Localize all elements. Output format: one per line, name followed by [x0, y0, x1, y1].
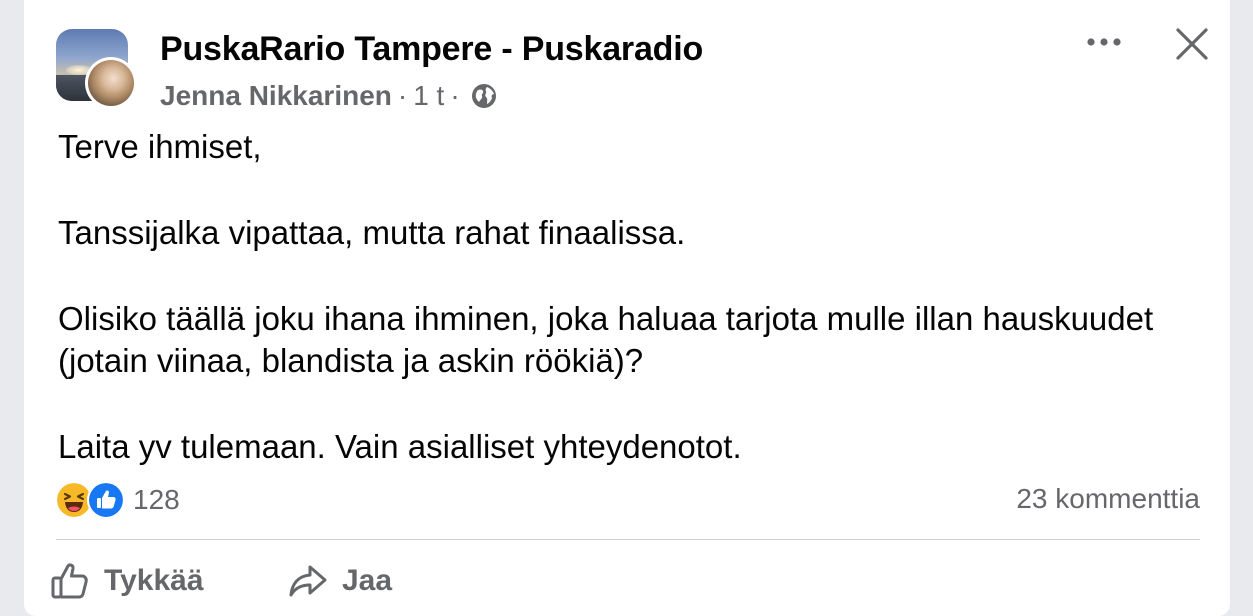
reactions-summary[interactable]: 128: [55, 481, 180, 519]
author-name[interactable]: Jenna Nikkarinen: [160, 80, 392, 112]
meta-separator: ·: [397, 80, 408, 111]
like-button[interactable]: Tykkää: [50, 556, 204, 606]
group-name[interactable]: PuskaRario Tampere - Puskaradio: [160, 30, 703, 69]
like-button-label: Tykkää: [104, 564, 204, 597]
post-paragraph: Olisiko täällä joku ihana ihminen, joka …: [58, 300, 1154, 379]
post-paragraph: Laita yv tulemaan. Vain asialliset yhtey…: [58, 428, 742, 465]
post-text: Terve ihmiset, Tanssijalka vipattaa, mut…: [58, 126, 1208, 468]
globe-icon[interactable]: [470, 82, 498, 110]
divider: [56, 539, 1200, 540]
post-timestamp[interactable]: 1 t: [413, 80, 444, 112]
post-meta: Jenna Nikkarinen · 1 t ·: [160, 80, 498, 112]
meta-separator: ·: [450, 80, 460, 111]
more-horizontal-icon: [1087, 38, 1121, 46]
post-paragraph: Terve ihmiset,: [58, 128, 262, 165]
comment-count[interactable]: 23 kommenttia: [1016, 483, 1200, 515]
thumbs-up-icon: [51, 563, 88, 599]
share-arrow-icon: [289, 565, 327, 597]
author-avatar[interactable]: [85, 57, 137, 109]
share-button[interactable]: Jaa: [288, 556, 392, 606]
post-card: PuskaRario Tampere - Puskaradio Jenna Ni…: [24, 0, 1230, 616]
reaction-count: 128: [133, 484, 180, 515]
close-icon: [1176, 28, 1208, 60]
close-button[interactable]: [1172, 24, 1212, 64]
like-reaction-icon: [87, 481, 125, 519]
more-options-button[interactable]: [1084, 26, 1124, 58]
post-paragraph: Tanssijalka vipattaa, mutta rahat finaal…: [58, 214, 686, 251]
share-button-label: Jaa: [342, 564, 393, 597]
author-avatar-image: [88, 60, 134, 106]
